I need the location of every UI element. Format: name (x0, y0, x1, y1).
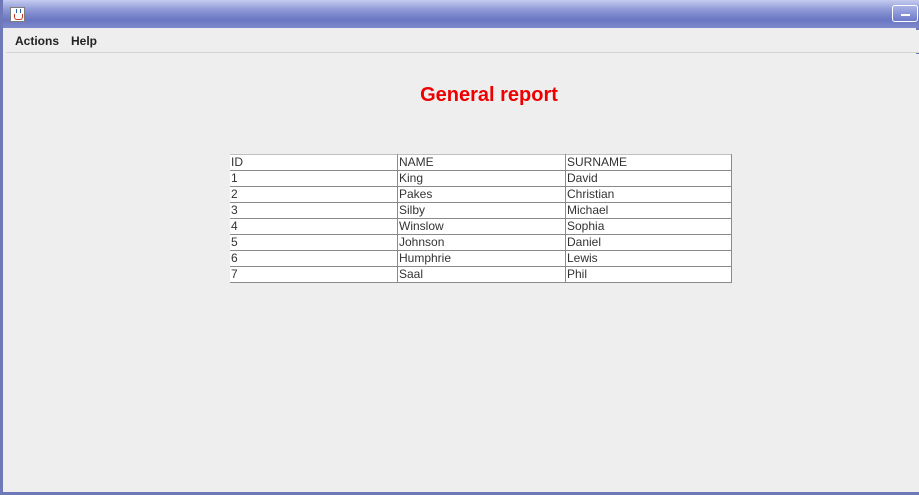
cell-name[interactable]: Saal (397, 266, 566, 283)
cell-surname[interactable]: David (565, 170, 732, 187)
title-bar[interactable] (3, 0, 919, 28)
menu-bar: Actions Help (6, 30, 919, 53)
cell-surname[interactable]: Phil (565, 266, 732, 283)
cell-id[interactable]: 6 (230, 250, 398, 267)
header-cell-surname[interactable]: SURNAME (565, 154, 732, 171)
content-panel: General report ID NAME SURNAME 1 King Da… (6, 54, 919, 492)
application-window: Actions Help General report ID NAME SURN… (0, 0, 919, 495)
cell-surname[interactable]: Daniel (565, 234, 732, 251)
table-row[interactable]: 6 Humphrie Lewis (230, 250, 732, 267)
table-header-row: ID NAME SURNAME (230, 154, 732, 171)
cell-id[interactable]: 5 (230, 234, 398, 251)
java-cup-icon[interactable] (10, 7, 25, 22)
cell-surname[interactable]: Christian (565, 186, 732, 203)
minimize-button[interactable] (892, 5, 918, 22)
report-title: General report (420, 84, 558, 106)
cell-name[interactable]: King (397, 170, 566, 187)
cell-id[interactable]: 4 (230, 218, 398, 235)
report-table: ID NAME SURNAME 1 King David 2 Pakes Chr… (230, 154, 732, 283)
menu-actions[interactable]: Actions (15, 34, 59, 48)
cell-name[interactable]: Pakes (397, 186, 566, 203)
table-row[interactable]: 3 Silby Michael (230, 202, 732, 219)
cell-surname[interactable]: Michael (565, 202, 732, 219)
cell-name[interactable]: Silby (397, 202, 566, 219)
cell-surname[interactable]: Lewis (565, 250, 732, 267)
cell-name[interactable]: Winslow (397, 218, 566, 235)
cell-id[interactable]: 3 (230, 202, 398, 219)
cell-id[interactable]: 7 (230, 266, 398, 283)
cell-surname[interactable]: Sophia (565, 218, 732, 235)
cell-name[interactable]: Johnson (397, 234, 566, 251)
minimize-icon (901, 14, 910, 16)
table-row[interactable]: 4 Winslow Sophia (230, 218, 732, 235)
menu-help[interactable]: Help (71, 34, 97, 48)
table-row[interactable]: 1 King David (230, 170, 732, 187)
table-row[interactable]: 5 Johnson Daniel (230, 234, 732, 251)
header-cell-id[interactable]: ID (230, 154, 398, 171)
cell-name[interactable]: Humphrie (397, 250, 566, 267)
table-row[interactable]: 2 Pakes Christian (230, 186, 732, 203)
cell-id[interactable]: 2 (230, 186, 398, 203)
cell-id[interactable]: 1 (230, 170, 398, 187)
table-row[interactable]: 7 Saal Phil (230, 266, 732, 283)
header-cell-name[interactable]: NAME (397, 154, 566, 171)
